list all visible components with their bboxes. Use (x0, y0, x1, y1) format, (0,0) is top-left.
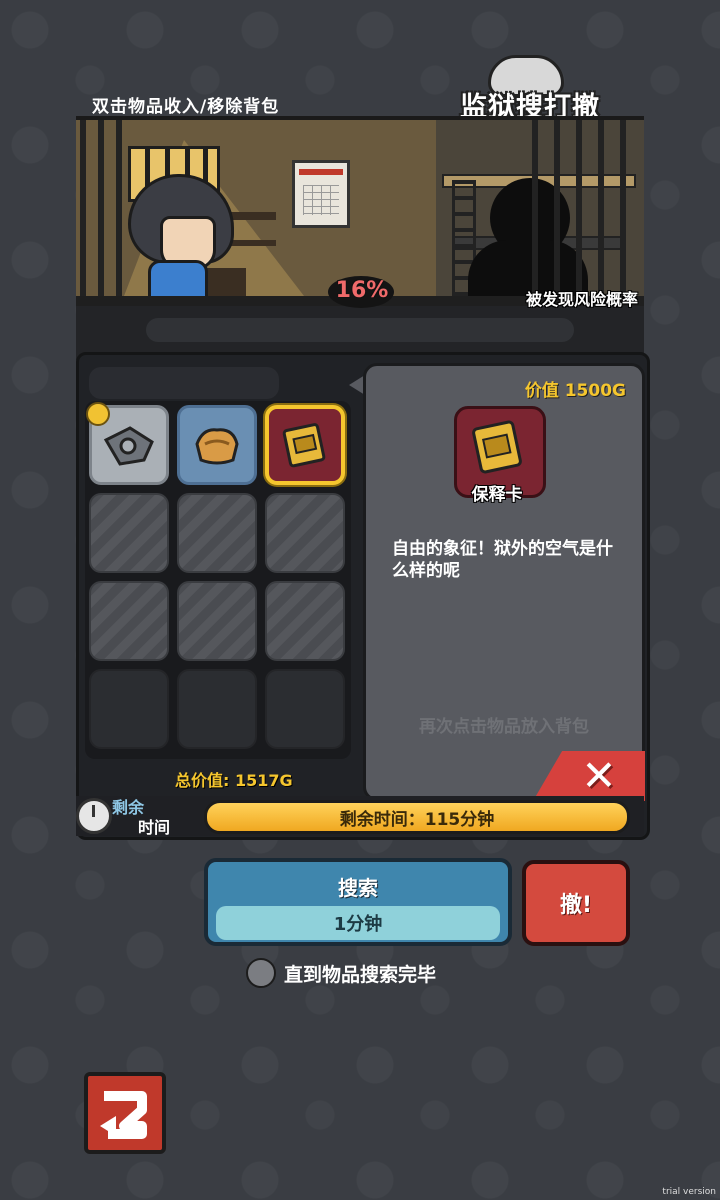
timer-row: 剩余 时间 剩余时间：115分钟 (76, 796, 644, 837)
parole-card-icon (269, 409, 341, 481)
inventory-panel: 总价值: 1517G 价值 1500G 保释卡 自由的象征！狱外的空气是什么样的… (76, 352, 650, 840)
inventory-tab-strip (89, 367, 279, 399)
instruction-text: 双击物品收入/移除背包 (92, 97, 280, 117)
until-done-label: 直到物品搜索完毕 (284, 963, 437, 986)
search-button-label: 搜索 (338, 876, 378, 900)
risk-percent: 16% (335, 278, 389, 303)
stopwatch-icon (76, 798, 112, 834)
item-description: 自由的象征！狱外的空气是什么样的呢 (392, 539, 613, 581)
trial-watermark: trial version (662, 1187, 716, 1197)
inventory-slot-bread[interactable] (177, 405, 257, 485)
right-cell-bars (76, 120, 644, 300)
item-detail-card: 价值 1500G 保释卡 自由的象征！狱外的空气是什么样的呢 再次点击物品放入背… (363, 363, 645, 801)
inventory-slot-locked (177, 581, 257, 661)
game-logo: 监狱搜打撤 (456, 55, 626, 123)
wrench-icon (92, 408, 166, 482)
inventory-slot-locked (177, 493, 257, 573)
item-price: 价值 1500G (524, 381, 626, 401)
inventory-slot-empty[interactable] (265, 669, 345, 749)
until-done-toggle[interactable]: 直到物品搜索完毕 (246, 958, 436, 988)
close-detail-button[interactable]: ✕ (533, 751, 645, 801)
toggle-radio-icon[interactable] (246, 958, 276, 988)
return-arrow-icon (100, 1091, 147, 1139)
inventory-slot-parole-card-selected[interactable] (265, 405, 345, 485)
inventory-slot-empty[interactable] (89, 669, 169, 749)
bread-icon (180, 408, 254, 482)
item-name: 保释卡 (471, 485, 523, 505)
inventory-grid (85, 401, 351, 759)
escape-button[interactable]: 撤! (522, 860, 630, 946)
risk-label: 被发现风险概率 (525, 290, 638, 309)
place-item-hint: 再次点击物品放入背包 (419, 717, 589, 737)
back-button[interactable] (84, 1072, 166, 1154)
prison-scene: 16% 被发现风险概率 (76, 116, 644, 360)
search-button[interactable]: 搜索 1分钟 (204, 858, 512, 946)
timer-label-bottom: 时间 (138, 818, 171, 837)
remaining-time-bar: 剩余时间：115分钟 (204, 800, 630, 834)
total-value: 总价值: 1517G (175, 771, 293, 790)
close-icon: ✕ (581, 751, 617, 800)
inventory-slot-locked (89, 581, 169, 661)
remaining-time-text: 剩余时间：115分钟 (339, 809, 495, 830)
search-duration: 1分钟 (216, 906, 500, 940)
inventory-slot-locked (265, 493, 345, 573)
scene-progress-track (146, 318, 574, 342)
inventory-slot-empty[interactable] (177, 669, 257, 749)
inventory-slot-locked (89, 493, 169, 573)
inventory-slot-wrench[interactable] (86, 402, 169, 485)
inventory-slot-locked (265, 581, 345, 661)
